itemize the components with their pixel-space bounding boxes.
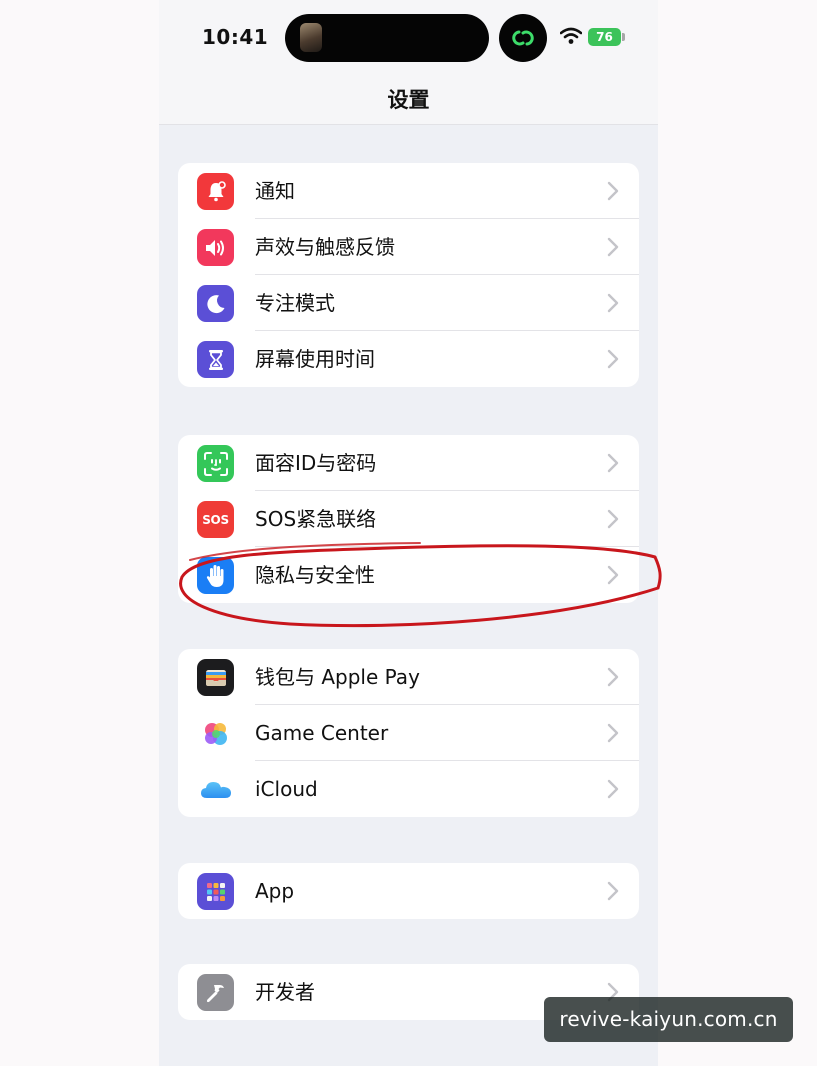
settings-row-label: iCloud xyxy=(255,777,318,801)
chevron-right-icon xyxy=(607,293,619,313)
sos-icon: SOS xyxy=(197,501,234,538)
settings-group-4: App xyxy=(178,863,639,919)
settings-row-notifications[interactable]: 通知 xyxy=(178,163,639,219)
face-id-icon xyxy=(197,445,234,482)
settings-row-wallet-apple-pay[interactable]: 钱包与 Apple Pay xyxy=(178,649,639,705)
settings-row-apps[interactable]: App xyxy=(178,863,639,919)
settings-row-icloud[interactable]: iCloud xyxy=(178,761,639,817)
battery-indicator: 76 xyxy=(588,28,621,46)
chevron-right-icon xyxy=(607,509,619,529)
game-center-icon xyxy=(197,715,234,752)
settings-row-game-center[interactable]: Game Center xyxy=(178,705,639,761)
settings-row-label: 开发者 xyxy=(255,980,315,1004)
settings-row-label: 隐私与安全性 xyxy=(255,563,375,587)
chevron-right-icon xyxy=(607,237,619,257)
settings-group-1: 通知 声效与触感反馈 专注模式 屏幕使用时间 xyxy=(178,163,639,387)
chevron-right-icon xyxy=(607,349,619,369)
settings-row-screen-time[interactable]: 屏幕使用时间 xyxy=(178,331,639,387)
settings-row-label: 通知 xyxy=(255,179,295,203)
chevron-right-icon xyxy=(607,453,619,473)
dynamic-island[interactable] xyxy=(285,14,489,62)
settings-row-label: 专注模式 xyxy=(255,291,335,315)
settings-row-label: App xyxy=(255,879,295,903)
chevron-right-icon xyxy=(607,723,619,743)
watermark: revive-kaiyun.com.cn xyxy=(544,997,793,1042)
settings-row-privacy-security[interactable]: 隐私与安全性 xyxy=(178,547,639,603)
app-grid-icon xyxy=(197,873,234,910)
settings-group-2: 面容ID与密码 SOS SOS紧急联络 隐私与安全性 xyxy=(178,435,639,603)
chevron-right-icon xyxy=(607,565,619,585)
chevron-right-icon xyxy=(607,667,619,687)
settings-row-emergency-sos[interactable]: SOS SOS紧急联络 xyxy=(178,491,639,547)
icloud-icon xyxy=(197,771,234,808)
settings-row-label: 面容ID与密码 xyxy=(255,451,377,475)
chevron-right-icon xyxy=(607,881,619,901)
moon-icon xyxy=(197,285,234,322)
hammer-icon xyxy=(197,974,234,1011)
settings-group-3: 钱包与 Apple Pay Game Center iCloud xyxy=(178,649,639,817)
wifi-icon xyxy=(560,27,582,44)
settings-row-focus[interactable]: 专注模式 xyxy=(178,275,639,331)
chevron-right-icon xyxy=(607,779,619,799)
live-activity-icon[interactable] xyxy=(499,14,547,62)
wallet-icon xyxy=(197,659,234,696)
status-time: 10:41 xyxy=(202,25,269,49)
now-playing-artwork[interactable] xyxy=(300,23,322,52)
settings-row-label: 屏幕使用时间 xyxy=(255,347,375,371)
settings-row-face-id-passcode[interactable]: 面容ID与密码 xyxy=(178,435,639,491)
settings-row-label: Game Center xyxy=(255,721,389,745)
hand-icon xyxy=(197,557,234,594)
settings-row-sounds-haptics[interactable]: 声效与触感反馈 xyxy=(178,219,639,275)
settings-row-label: 钱包与 Apple Pay xyxy=(255,665,420,689)
phone-screen: 10:41 76 设置 通知 声效与触感反馈 专注模式 屏幕使用时间 面容ID与… xyxy=(159,0,658,1066)
speaker-icon xyxy=(197,229,234,266)
page-title: 设置 xyxy=(387,88,430,112)
settings-row-label: SOS紧急联络 xyxy=(255,507,377,531)
sos-icon-text: SOS xyxy=(202,512,229,527)
settings-row-label: 声效与触感反馈 xyxy=(255,235,395,259)
chevron-right-icon xyxy=(607,181,619,201)
notification-bell-icon xyxy=(197,173,234,210)
battery-cap xyxy=(622,33,625,41)
hourglass-icon xyxy=(197,341,234,378)
